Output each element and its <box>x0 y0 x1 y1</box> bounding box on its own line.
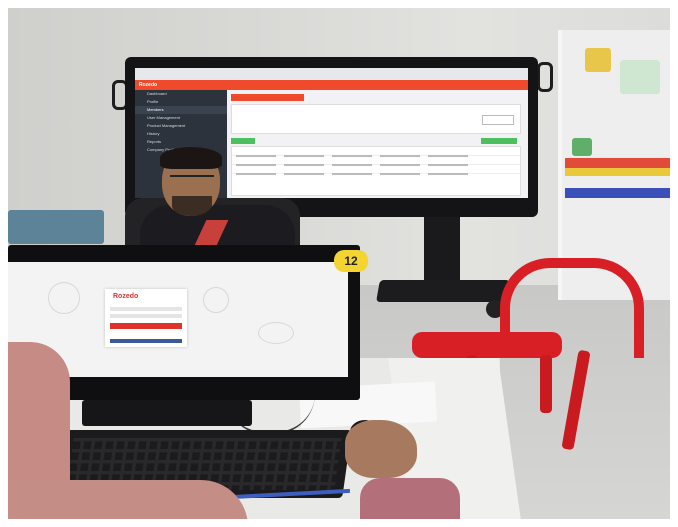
table-row <box>232 156 520 166</box>
shelf-red-stripe <box>565 158 670 168</box>
person-hair <box>160 147 222 169</box>
sidebar-item[interactable]: User Management <box>135 114 227 122</box>
shelf-blue-stripe <box>565 188 670 198</box>
add-button[interactable] <box>481 138 517 144</box>
glasses <box>170 175 214 185</box>
browser-toolbar <box>135 68 528 80</box>
tv-stand-base <box>376 280 510 302</box>
background-doodle <box>48 282 80 314</box>
search-button[interactable] <box>482 115 514 125</box>
login-card: Rozedo <box>105 289 187 347</box>
red-chair-seat <box>412 332 562 358</box>
table-row <box>232 165 520 175</box>
background-doodle <box>203 287 229 313</box>
sidebar-item[interactable]: Profile <box>135 98 227 106</box>
shelf-plant <box>572 138 592 156</box>
data-table <box>231 146 521 196</box>
background-doodle <box>258 322 294 344</box>
login-button[interactable] <box>110 323 182 329</box>
red-chair-leg <box>540 355 552 413</box>
tv-right-handle <box>537 62 553 92</box>
section-title-bar <box>231 94 304 101</box>
hand-on-mouse <box>345 420 417 478</box>
app-main <box>231 94 521 196</box>
document-tray <box>8 210 104 244</box>
photo-scene: Rozedo Dashboard Profile Members User Manag… <box>0 0 678 527</box>
shelf-yellow-stripe <box>565 168 670 176</box>
filter-panel <box>231 104 521 134</box>
shelf-box <box>620 60 660 94</box>
table-row <box>232 147 520 157</box>
station-number-badge: 12 <box>334 250 368 272</box>
sidebar-item[interactable]: Reports <box>135 138 227 146</box>
login-logo: Rozedo <box>113 293 139 300</box>
sidebar-item[interactable]: Dashboard <box>135 90 227 98</box>
status-button[interactable] <box>231 138 255 144</box>
app-logo: Rozedo <box>139 82 158 88</box>
username-field[interactable] <box>110 307 182 311</box>
password-field[interactable] <box>110 314 182 318</box>
facebook-login-button[interactable] <box>110 339 182 343</box>
sidebar-item[interactable]: History <box>135 130 227 138</box>
foreground-person-arm <box>8 480 248 527</box>
shelf-toy <box>585 48 611 72</box>
app-topbar: Rozedo <box>135 80 528 90</box>
monitor-base <box>82 400 252 426</box>
sidebar-item[interactable]: Members <box>135 106 227 114</box>
sidebar-item[interactable]: Product Management <box>135 122 227 130</box>
patterned-sleeve <box>360 478 460 527</box>
beard <box>172 196 212 216</box>
